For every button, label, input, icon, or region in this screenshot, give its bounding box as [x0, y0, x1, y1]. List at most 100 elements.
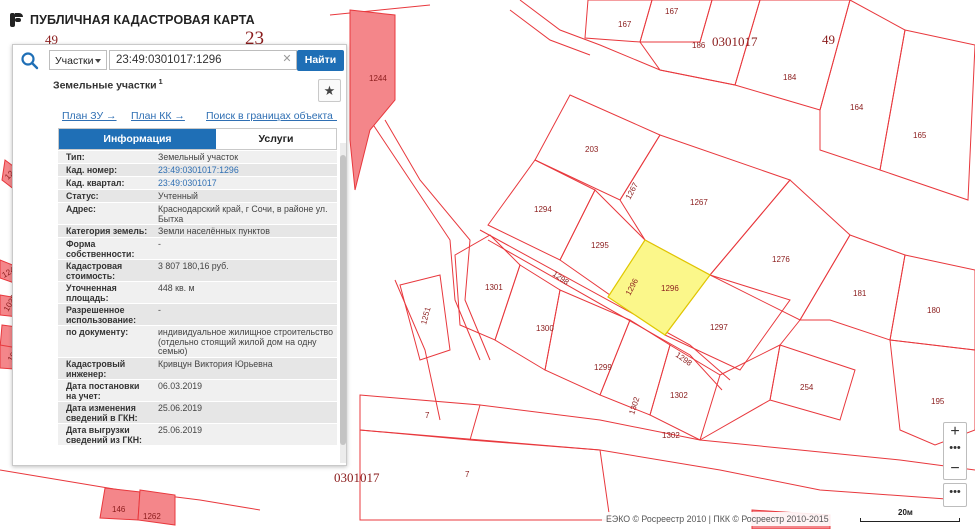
- detail-value: Учтенный: [158, 191, 198, 201]
- detail-row: Разрешенное использование: -: [58, 304, 337, 326]
- scale-line: [860, 518, 960, 522]
- zoom-in-button[interactable]: +: [944, 423, 966, 441]
- detail-value: 06.03.2019: [158, 381, 203, 391]
- parcel-label: 165: [913, 131, 927, 140]
- detail-value: индивидуальное жилищное строительство (о…: [158, 327, 333, 356]
- detail-key: Категория земель:: [66, 226, 148, 236]
- detail-key: Кадастровая стоимость:: [66, 261, 123, 281]
- detail-value: 448 кв. м: [158, 283, 195, 293]
- search-input[interactable]: [109, 50, 297, 70]
- parcel-label: 254: [800, 383, 814, 392]
- parcel-label: 1267: [690, 198, 708, 207]
- result-header[interactable]: Земельные участки 1: [53, 77, 163, 92]
- detail-value: -: [158, 239, 161, 249]
- details-table: Тип: Земельный участок Кад. номер: 23:49:03…: [58, 151, 337, 446]
- parcel-165[interactable]: [879, 29, 975, 201]
- rosreestr-logo-icon: [10, 13, 24, 27]
- scale-bar: 20м: [860, 508, 965, 526]
- parcel-label: 1298: [551, 269, 571, 287]
- parcel-label: 1262: [143, 512, 161, 521]
- more-tools-button[interactable]: •••: [943, 483, 967, 507]
- parcel-1299[interactable]: [544, 289, 631, 396]
- scrollbar-thumb[interactable]: [340, 155, 346, 445]
- parcel-1300[interactable]: [494, 264, 561, 371]
- road-top-b: [509, 9, 591, 56]
- detail-key: Кад. квартал:: [66, 178, 125, 188]
- parcel-card: План ЗУ → План КК → Поиск в границах объ…: [58, 101, 337, 463]
- parcel-label: 1244: [369, 74, 387, 83]
- parcel-label: 181: [853, 289, 867, 298]
- result-title: Земельные участки: [53, 79, 157, 92]
- clear-icon[interactable]: ✕: [281, 51, 293, 67]
- zoom-level-button[interactable]: •••: [944, 441, 966, 459]
- plan-zu-link[interactable]: План ЗУ →: [62, 110, 117, 122]
- quarter-label: 49: [822, 32, 835, 47]
- favorite-star-icon[interactable]: ★: [318, 79, 341, 102]
- app-title: ПУБЛИЧНАЯ КАДАСТРОВАЯ КАРТА: [30, 13, 255, 27]
- parcel-181[interactable]: [799, 234, 906, 341]
- detail-value: 25.06.2019: [158, 403, 203, 413]
- parcel-label: 167: [665, 7, 679, 16]
- detail-key: Адрес:: [66, 204, 96, 214]
- plan-kk-link[interactable]: План КК →: [131, 110, 185, 122]
- parcel-1276[interactable]: [709, 179, 851, 321]
- parcel-180[interactable]: [889, 254, 975, 351]
- parcel-label: 1251: [419, 305, 432, 325]
- tab-info[interactable]: Информация: [59, 129, 216, 149]
- copyright-text: ЕЭКО © Росреестр 2010 | ПКК © Росреестр …: [602, 512, 892, 526]
- detail-value: Земли населённых пунктов: [158, 226, 270, 236]
- search-type-label: Участки: [55, 55, 94, 67]
- search-type-select[interactable]: Участки: [49, 50, 107, 70]
- parcel-label: 1300: [536, 324, 554, 333]
- card-links: План ЗУ → План КК → Поиск в границах объ…: [58, 110, 337, 124]
- quarter-label: 0301017: [712, 34, 758, 49]
- scrollbar[interactable]: [340, 143, 346, 463]
- app-logo[interactable]: ПУБЛИЧНАЯ КАДАСТРОВАЯ КАРТА: [10, 13, 255, 27]
- road-bottom-b: [469, 439, 961, 501]
- detail-row: Уточненная площадь: 448 кв. м: [58, 282, 337, 304]
- parcel-label: 1299: [594, 363, 612, 372]
- parcel-label: 1302: [670, 391, 688, 400]
- search-icon[interactable]: [19, 50, 41, 70]
- parcel-label: 1294: [534, 205, 552, 214]
- detail-value-link[interactable]: 23:49:0301017: [158, 178, 336, 189]
- parcel-184[interactable]: [734, 0, 851, 111]
- parcel-146[interactable]: [99, 487, 141, 521]
- parcel-label: 1301: [485, 283, 503, 292]
- parcel-label: 1302: [627, 395, 641, 415]
- parcel-7-a[interactable]: [359, 394, 481, 441]
- parcel-label: 195: [931, 397, 945, 406]
- detail-row: Кадастровый инженер: Кривцун Виктория Юрь…: [58, 358, 337, 380]
- road-bottom: [479, 404, 975, 471]
- zoom-out-button[interactable]: −: [944, 459, 966, 479]
- parcel-label: 184: [783, 73, 797, 82]
- detail-row: Дата постановки на учет: 06.03.2019: [58, 380, 337, 402]
- tab-services[interactable]: Услуги: [216, 129, 336, 149]
- detail-row: Категория земель: Земли населённых пункто…: [58, 225, 337, 238]
- parcel-label: 164: [850, 103, 864, 112]
- find-button[interactable]: Найти: [297, 50, 344, 71]
- search-bounds-link[interactable]: Поиск в границах объекта →: [206, 110, 337, 122]
- detail-key: Форма собственности:: [66, 239, 135, 259]
- parcel-label: 1276: [772, 255, 790, 264]
- parcel-label: 180: [927, 306, 941, 315]
- parcel-1244[interactable]: [349, 9, 396, 191]
- parcel-1296-selected[interactable]: [607, 239, 711, 336]
- parcel-7-b[interactable]: [359, 429, 611, 521]
- road-main-b: [384, 119, 491, 361]
- parcel-label: 7: [425, 411, 430, 420]
- detail-key: Статус:: [66, 191, 99, 201]
- detail-row: Кад. номер: 23:49:0301017:1296: [58, 164, 337, 177]
- chevron-down-icon: [95, 59, 101, 63]
- parcel-label: 146: [112, 505, 126, 514]
- detail-row: Кадастровая стоимость: 3 807 180,16 руб.: [58, 260, 337, 282]
- parcel-164[interactable]: [819, 0, 906, 171]
- parcel-label: 1298: [674, 350, 694, 368]
- quarter-label: 0301017: [334, 470, 380, 485]
- detail-value: Кривцун Виктория Юрьевна: [158, 359, 273, 369]
- detail-value-link[interactable]: 23:49:0301017:1296: [158, 165, 336, 176]
- detail-value: Земельный участок: [158, 152, 239, 162]
- detail-key: по документу:: [66, 327, 129, 337]
- detail-row: Кад. квартал: 23:49:0301017: [58, 177, 337, 190]
- detail-row: Дата изменения сведений в ГКН: 25.06.2019: [58, 402, 337, 424]
